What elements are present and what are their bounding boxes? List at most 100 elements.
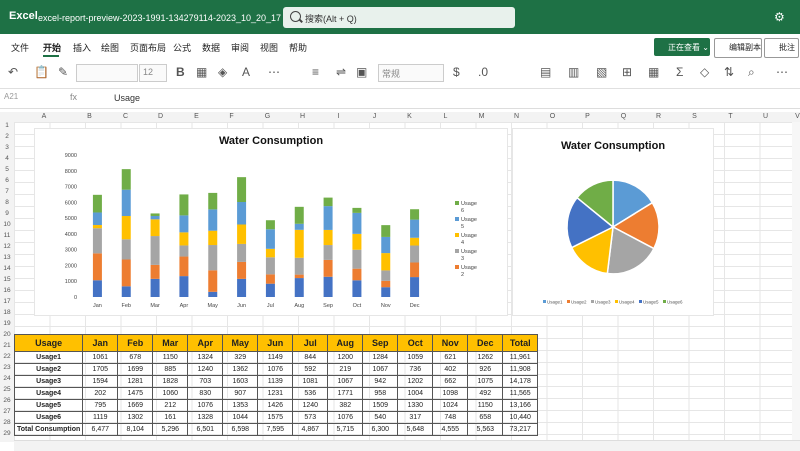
table-cell[interactable]: 11,961	[502, 351, 539, 364]
bar-segment[interactable]	[92, 212, 102, 226]
column-header-T[interactable]: T	[713, 113, 748, 120]
column-header-O[interactable]: O	[535, 113, 570, 120]
cell-styles-icon[interactable]: ▧	[596, 65, 607, 79]
table-cell[interactable]: 1324	[187, 351, 224, 364]
bar-segment[interactable]	[265, 283, 275, 297]
table-cell[interactable]: 1024	[432, 399, 469, 412]
table-cell[interactable]: 736	[397, 363, 434, 376]
table-cell[interactable]: 536	[292, 387, 329, 400]
table-header-cell[interactable]: Aug	[327, 334, 364, 352]
table-cell[interactable]: 161	[152, 411, 189, 424]
font-color-icon[interactable]: A	[242, 65, 250, 79]
bar-segment[interactable]	[179, 276, 189, 297]
menu-item-review[interactable]: 审阅	[231, 41, 249, 54]
menu-item-draw[interactable]: 绘图	[101, 41, 119, 54]
table-header-cell[interactable]: Total	[502, 334, 539, 352]
bar-segment[interactable]	[265, 220, 275, 230]
bar-segment[interactable]	[294, 223, 304, 230]
row-header-3[interactable]: 3	[1, 144, 13, 151]
bar-segment[interactable]	[121, 286, 131, 297]
bar-segment[interactable]	[410, 219, 420, 238]
bar-segment[interactable]	[237, 278, 247, 297]
table-cell[interactable]: 73,217	[502, 423, 539, 436]
bar-segment[interactable]	[381, 270, 391, 281]
table-cell[interactable]: 573	[292, 411, 329, 424]
bar-segment[interactable]	[150, 278, 160, 297]
bar-segment[interactable]	[381, 236, 391, 254]
row-header-4[interactable]: 4	[1, 155, 13, 162]
bar-segment[interactable]	[381, 287, 391, 297]
merge-cells-icon[interactable]: ▣	[356, 65, 367, 79]
insert-cells-icon[interactable]: ⊞	[622, 65, 632, 79]
table-cell[interactable]: 11,565	[502, 387, 539, 400]
bar-segment[interactable]	[352, 233, 362, 250]
bar-segment[interactable]	[179, 256, 189, 277]
bar-segment[interactable]	[265, 274, 275, 284]
table-cell[interactable]: 1284	[362, 351, 399, 364]
table-cell[interactable]: 1771	[327, 387, 364, 400]
bar-segment[interactable]	[410, 262, 420, 278]
bar-segment[interactable]	[237, 224, 247, 244]
bold-icon[interactable]: B	[176, 65, 185, 79]
bar-segment[interactable]	[150, 264, 160, 279]
name-box[interactable]: A21	[4, 92, 18, 101]
align-icon[interactable]: ≡	[312, 65, 319, 79]
bar-segment[interactable]	[179, 232, 189, 246]
menu-item-help[interactable]: 帮助	[289, 41, 307, 54]
column-header-J[interactable]: J	[357, 113, 392, 120]
row-header-7[interactable]: 7	[1, 188, 13, 195]
table-cell[interactable]: 5,296	[152, 423, 189, 436]
bar-segment[interactable]	[150, 215, 160, 220]
row-header-22[interactable]: 22	[1, 353, 13, 360]
table-cell[interactable]: 1004	[397, 387, 434, 400]
column-header-Q[interactable]: Q	[606, 113, 641, 120]
row-label-cell[interactable]: Usage5	[13, 399, 84, 412]
bar-segment[interactable]	[179, 245, 189, 257]
bar-chart[interactable]: Water Consumption 0 1000 2000 3000 4000 5000 6…	[34, 128, 508, 316]
table-cell[interactable]: 1426	[257, 399, 294, 412]
table-cell[interactable]: 621	[432, 351, 469, 364]
bar-segment[interactable]	[352, 207, 362, 213]
bar-segment[interactable]	[92, 253, 102, 281]
row-header-19[interactable]: 19	[1, 320, 13, 327]
table-cell[interactable]: 830	[187, 387, 224, 400]
column-header-H[interactable]: H	[285, 113, 320, 120]
table-header-cell[interactable]: Jul	[292, 334, 329, 352]
bar-segment[interactable]	[179, 215, 189, 233]
edit-copy-button[interactable]: 编辑副本	[714, 38, 762, 58]
table-cell[interactable]: 1119	[82, 411, 119, 424]
table-cell[interactable]: 1828	[152, 375, 189, 388]
column-header-V[interactable]: V	[780, 113, 800, 120]
table-cell[interactable]: 1059	[397, 351, 434, 364]
table-cell[interactable]: 1149	[257, 351, 294, 364]
table-header-cell[interactable]: Feb	[117, 334, 154, 352]
borders-icon[interactable]: ▦	[196, 65, 207, 79]
table-cell[interactable]: 907	[222, 387, 259, 400]
table-cell[interactable]: 219	[327, 363, 364, 376]
column-header-G[interactable]: G	[250, 113, 285, 120]
table-cell[interactable]: 662	[432, 375, 469, 388]
bar-segment[interactable]	[179, 194, 189, 216]
table-cell[interactable]: 1669	[117, 399, 154, 412]
table-cell[interactable]: 748	[432, 411, 469, 424]
format-painter-icon[interactable]: ✎	[58, 65, 68, 79]
row-header-12[interactable]: 12	[1, 243, 13, 250]
table-cell[interactable]: 1081	[292, 375, 329, 388]
bar-segment[interactable]	[294, 278, 304, 297]
table-cell[interactable]: 926	[467, 363, 504, 376]
table-cell[interactable]: 678	[117, 351, 154, 364]
table-cell[interactable]: 1200	[327, 351, 364, 364]
table-cell[interactable]: 10,440	[502, 411, 539, 424]
table-header-cell[interactable]: Jan	[82, 334, 119, 352]
table-cell[interactable]: 1076	[327, 411, 364, 424]
table-cell[interactable]: 958	[362, 387, 399, 400]
row-header-28[interactable]: 28	[1, 419, 13, 426]
menu-item-insert[interactable]: 插入	[73, 41, 91, 54]
table-cell[interactable]: 795	[82, 399, 119, 412]
bar-segment[interactable]	[294, 257, 304, 275]
row-label-cell[interactable]: Usage2	[13, 363, 84, 376]
row-header-27[interactable]: 27	[1, 408, 13, 415]
table-cell[interactable]: 592	[292, 363, 329, 376]
bar-segment[interactable]	[323, 229, 333, 246]
table-cell[interactable]: 703	[187, 375, 224, 388]
